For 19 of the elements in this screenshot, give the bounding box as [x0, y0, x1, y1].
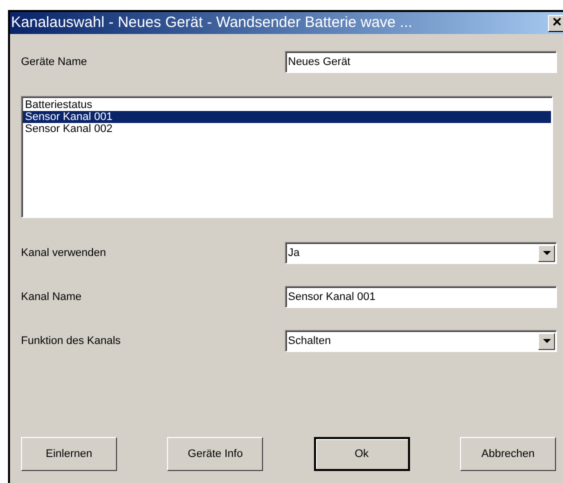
dialog-button[interactable]: Abbrechen — [460, 437, 556, 471]
device-name-field[interactable]: Neues Gerät — [285, 51, 557, 73]
list-item[interactable]: Sensor Kanal 001 — [23, 111, 551, 123]
field-label: Kanal verwenden — [21, 246, 106, 261]
list-item[interactable]: Sensor Kanal 002 — [23, 123, 551, 135]
dropdown[interactable]: Ja — [285, 242, 557, 264]
dropdown-value: Ja — [288, 246, 300, 261]
field-label: Geräte Name — [21, 54, 88, 70]
dialog-button[interactable]: Geräte Info — [167, 437, 264, 471]
dialog-button[interactable]: Ok — [314, 437, 410, 471]
dropdown[interactable]: Schalten — [285, 330, 557, 352]
field-label: Kanal Name — [21, 290, 82, 305]
text-field[interactable]: Sensor Kanal 001 — [285, 286, 557, 308]
dialog-button[interactable]: Einlernen — [21, 437, 117, 471]
close-button[interactable]: × — [548, 14, 563, 32]
window-title: Kanalauswahl - Neues Gerät - Wandsender Batterie wave ... — [11, 12, 412, 33]
field-label: Funktion des Kanals — [21, 334, 121, 349]
dropdown-value: Schalten — [288, 334, 331, 349]
list-item[interactable]: Batteriestatus — [23, 99, 551, 111]
